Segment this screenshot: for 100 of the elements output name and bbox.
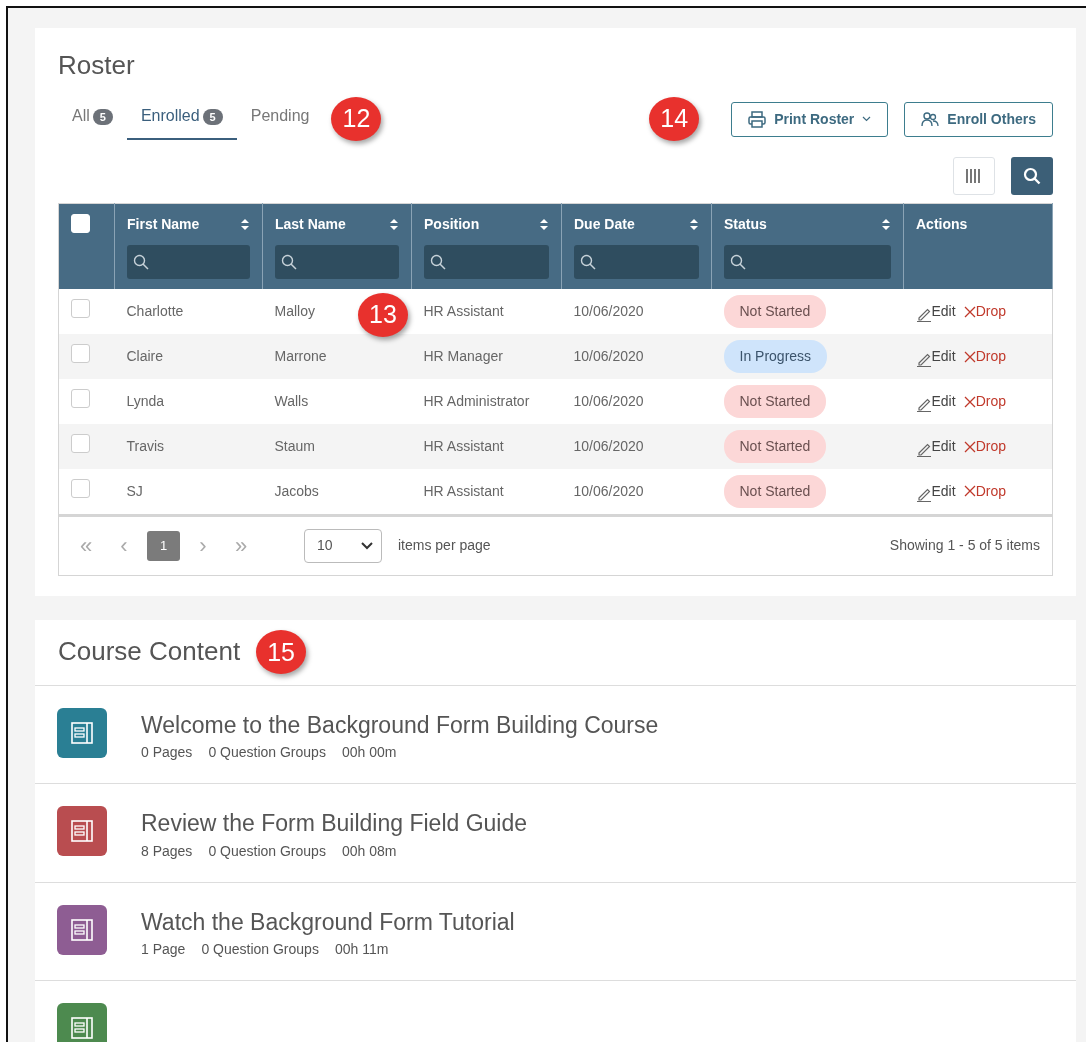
status-pill: Not Started	[723, 474, 827, 508]
columns-button[interactable]	[953, 157, 995, 196]
status-pill: Not Started	[723, 385, 827, 419]
people-icon	[921, 110, 940, 128]
count-badge: 5	[202, 109, 223, 126]
table-cell: 10/06/2020	[573, 482, 644, 499]
pencil-icon	[915, 306, 932, 323]
table-cell: Malloy	[274, 303, 315, 320]
edit-link[interactable]: Edit	[915, 391, 956, 413]
search-icon	[430, 254, 446, 271]
edit-link[interactable]: Edit	[915, 480, 956, 502]
page-button[interactable]: 1	[147, 530, 180, 561]
drop-link[interactable]: Drop	[963, 480, 1006, 502]
print-button[interactable]: Print Roster	[731, 101, 889, 137]
column-header[interactable]: Due Date	[574, 214, 635, 236]
lesson-meta: 0 Pages	[141, 743, 193, 763]
edit-link[interactable]: Edit	[915, 346, 956, 368]
search-icon	[1023, 167, 1041, 186]
status-pill: Not Started	[723, 295, 827, 329]
caret-icon	[862, 116, 872, 123]
callout-marker: 12	[331, 97, 382, 142]
search-icon	[580, 254, 596, 271]
table-cell: Travis	[126, 438, 165, 455]
table-cell: Lynda	[126, 393, 165, 410]
lesson-meta: 00h 08m	[341, 841, 397, 861]
table-cell: 10/06/2020	[573, 303, 644, 320]
table-cell: 10/06/2020	[573, 393, 644, 410]
lesson-meta: 0 Question Groups	[208, 743, 326, 763]
edit-link[interactable]: Edit	[915, 436, 956, 458]
drop-link[interactable]: Drop	[963, 301, 1006, 323]
column-header[interactable]: Last Name	[275, 214, 346, 236]
table-cell: Walls	[274, 393, 309, 410]
lesson-meta: 0 Question Groups	[208, 841, 326, 861]
enroll-button[interactable]: Enroll Others	[904, 101, 1053, 137]
lesson-title[interactable]: Welcome to the Background Form Building Course	[141, 707, 659, 743]
pencil-icon	[915, 441, 932, 458]
column-header[interactable]: Position	[424, 214, 480, 236]
printer-icon	[748, 110, 767, 128]
count-badge: 5	[92, 109, 113, 126]
column-header[interactable]: First Name	[127, 214, 200, 236]
callout-marker: 14	[649, 97, 700, 142]
search-icon	[133, 254, 149, 271]
tab[interactable]: Enrolled 5	[126, 98, 237, 141]
status-pill: In Progress	[723, 340, 828, 374]
section-title: Course Content	[58, 634, 241, 668]
table-cell: HR Manager	[423, 348, 503, 365]
drop-link[interactable]: Drop	[963, 391, 1006, 413]
table-cell: Charlotte	[126, 303, 184, 320]
column-header[interactable]: Status	[724, 214, 767, 236]
lesson-meta: 0 Question Groups	[201, 940, 319, 960]
document-icon	[70, 917, 94, 942]
table-cell: Claire	[126, 348, 164, 365]
document-icon	[70, 1016, 94, 1041]
lesson-meta: 8 Pages	[141, 841, 193, 861]
filter-field[interactable]	[424, 245, 549, 280]
drop-link[interactable]: Drop	[963, 436, 1006, 458]
section-title: Roster	[58, 50, 136, 82]
tab[interactable]: All 5	[58, 98, 127, 141]
column-header[interactable]: Actions	[916, 214, 968, 236]
table-cell: HR Assistant	[423, 303, 504, 320]
row-checkbox[interactable]	[71, 478, 90, 498]
table-cell: HR Assistant	[423, 482, 504, 499]
filter-field[interactable]	[275, 245, 399, 280]
lesson-title[interactable]: Review the Form Building Field Guide	[141, 806, 528, 841]
close-icon	[963, 350, 976, 363]
callout-marker: 13	[358, 293, 408, 338]
row-checkbox[interactable]	[71, 299, 90, 319]
search-icon	[281, 254, 297, 271]
row-checkbox[interactable]	[71, 389, 90, 409]
filter-field[interactable]	[724, 245, 891, 280]
close-icon	[963, 305, 976, 318]
table-cell: 10/06/2020	[573, 348, 644, 365]
drop-link[interactable]: Drop	[963, 346, 1006, 368]
table-cell: Staum	[274, 438, 315, 455]
lesson-meta: 00h 11m	[334, 940, 389, 960]
page-size-select[interactable]: 10	[304, 528, 382, 563]
table-cell: 10/06/2020	[573, 438, 644, 455]
table-cell: HR Administrator	[423, 393, 530, 410]
tab[interactable]: Pending	[236, 98, 324, 141]
page-size-label: items per page	[398, 536, 491, 556]
edit-link[interactable]: Edit	[915, 301, 956, 323]
lesson-meta: 1 Page	[141, 940, 186, 960]
filter-field[interactable]	[127, 245, 250, 280]
table-cell: SJ	[126, 482, 143, 499]
row-checkbox[interactable]	[71, 434, 90, 454]
table-cell: Jacobs	[274, 482, 319, 499]
lesson-meta: 00h 00m	[341, 743, 397, 763]
document-icon	[70, 720, 94, 745]
close-icon	[963, 395, 976, 408]
caret-icon	[361, 541, 373, 550]
row-checkbox[interactable]	[71, 344, 90, 364]
select-all-checkbox[interactable]	[71, 214, 90, 234]
table-cell: Marrone	[274, 348, 327, 365]
items-summary: Showing 1 - 5 of 5 items	[889, 536, 1040, 556]
document-icon	[70, 819, 94, 844]
search-button[interactable]	[1011, 157, 1053, 196]
lesson-title[interactable]: Watch the Background Form Tutorial	[141, 904, 515, 940]
search-icon	[730, 254, 746, 271]
status-pill: Not Started	[723, 430, 827, 464]
filter-field[interactable]	[574, 245, 699, 280]
